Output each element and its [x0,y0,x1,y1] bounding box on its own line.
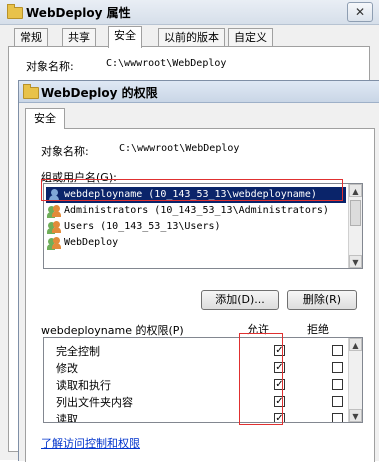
object-name-label: 对象名称: [41,145,89,158]
outer-title-bar: WebDeploy 属性 ✕ [0,0,379,25]
user-name: WebDeploy [64,237,119,248]
permission-row-read-execute: 读取和执行 ✓ [56,376,346,393]
folder-icon [23,84,39,99]
inner-title: WebDeploy 的权限 [41,86,158,100]
permissions-scrollbar[interactable]: ▲ ▼ [348,338,362,422]
user-list[interactable]: webdeployname (10_143_53_13\webdeploynam… [43,183,363,269]
scroll-down-arrow-icon[interactable]: ▼ [349,409,362,422]
deny-checkbox[interactable] [332,362,343,373]
add-button[interactable]: 添加(D)... [201,290,279,310]
allow-checkbox[interactable]: ✓ [274,413,285,422]
tab-previous-versions[interactable]: 以前的版本 [158,28,225,47]
user-row-webdeploy[interactable]: WebDeploy [46,235,346,251]
permission-label: 完全控制 [56,345,100,358]
permissions-list: 完全控制 ✓ 修改 ✓ 读取和执行 ✓ 列出文件夹内容 ✓ 读取 ✓ ▲ ▼ [43,337,363,423]
group-icon [47,205,61,218]
permission-label: 读取和执行 [56,379,111,392]
user-list-scrollbar[interactable]: ▲ ▼ [348,184,362,268]
deny-checkbox[interactable] [332,379,343,390]
tab-security[interactable]: 安全 [108,26,142,48]
help-link[interactable]: 了解访问控制和权限 [41,435,140,451]
tab-customize[interactable]: 自定义 [228,28,273,47]
outer-object-name-label: 对象名称: [26,60,74,73]
permission-row-modify: 修改 ✓ [56,359,346,376]
tab-security-inner[interactable]: 安全 [25,108,65,129]
permission-label: 读取 [56,413,78,423]
user-row-webdeployname[interactable]: webdeployname (10_143_53_13\webdeploynam… [46,187,346,203]
permission-label: 修改 [56,362,78,375]
permission-row-full-control: 完全控制 ✓ [56,342,346,359]
remove-button[interactable]: 删除(R) [287,290,357,310]
user-icon [48,189,60,201]
allow-checkbox[interactable]: ✓ [274,379,285,390]
deny-checkbox[interactable] [332,413,343,422]
permissions-for-label: webdeployname 的权限(P) [41,324,184,337]
scroll-down-arrow-icon[interactable]: ▼ [349,255,362,268]
permission-row-read: 读取 ✓ [56,410,346,423]
permission-row-list-folder: 列出文件夹内容 ✓ [56,393,346,410]
allow-checkbox[interactable]: ✓ [274,396,285,407]
inner-title-bar: WebDeploy 的权限 [19,81,379,103]
allow-checkbox[interactable]: ✓ [274,362,285,373]
deny-checkbox[interactable] [332,345,343,356]
user-row-administrators[interactable]: Administrators (10_143_53_13\Administrat… [46,203,346,219]
allow-header: 允许 [247,323,269,336]
allow-checkbox[interactable]: ✓ [274,345,285,356]
outer-title: WebDeploy 属性 [26,6,131,20]
outer-object-name-value: C:\wwwroot\WebDeploy [106,58,227,69]
scroll-up-arrow-icon[interactable]: ▲ [349,338,362,351]
deny-checkbox[interactable] [332,396,343,407]
permissions-dialog: WebDeploy 的权限 安全 对象名称: C:\wwwroot\WebDep… [18,80,379,462]
object-name-value: C:\wwwroot\WebDeploy [119,143,240,154]
scroll-thumb[interactable] [350,200,361,226]
user-name: Administrators (10_143_53_13\Administrat… [64,205,329,216]
close-button[interactable]: ✕ [347,2,373,22]
tab-general[interactable]: 常规 [14,28,48,47]
user-name: Users (10_143_53_13\Users) [64,221,221,232]
scroll-up-arrow-icon[interactable]: ▲ [349,184,362,197]
user-row-users[interactable]: Users (10_143_53_13\Users) [46,219,346,235]
group-icon [47,237,61,250]
tab-sharing[interactable]: 共享 [62,28,96,47]
permission-label: 列出文件夹内容 [56,396,133,409]
group-icon [47,221,61,234]
user-name: webdeployname (10_143_53_13\webdeploynam… [64,189,317,200]
deny-header: 拒绝 [307,323,329,336]
folder-icon [7,4,23,19]
